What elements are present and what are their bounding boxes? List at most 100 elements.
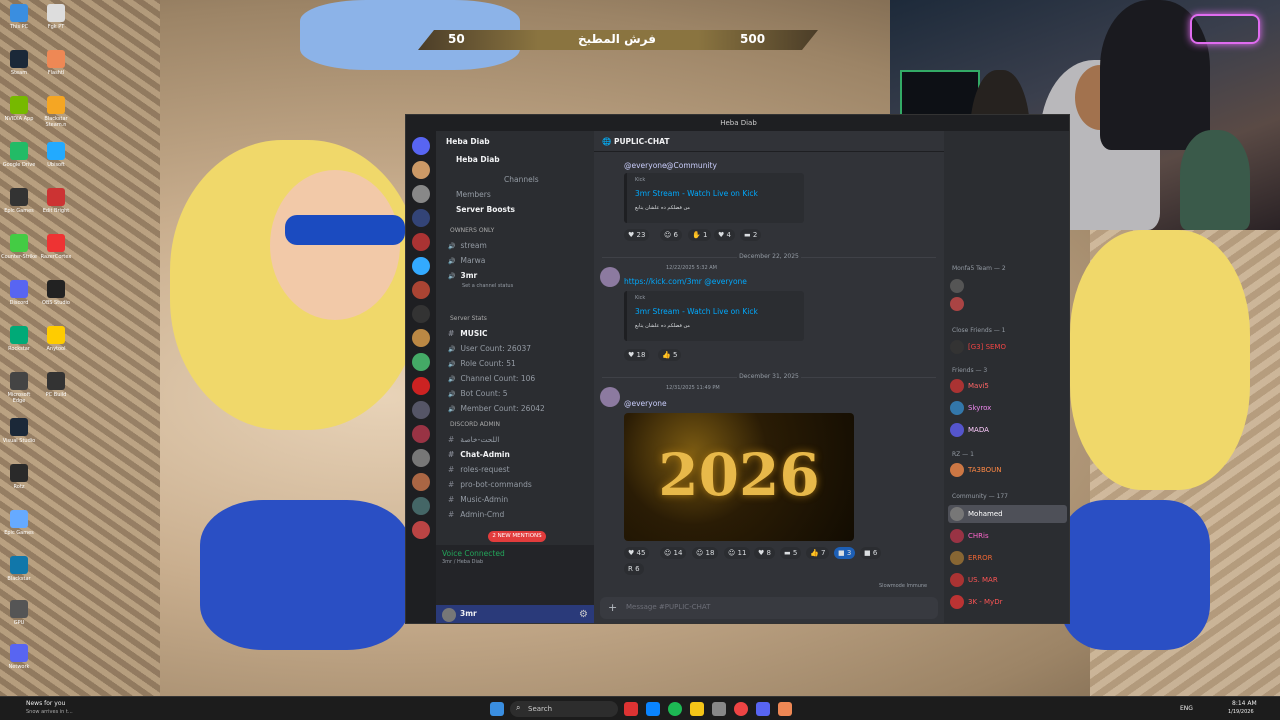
server-icon[interactable] <box>412 305 430 323</box>
server-icon[interactable] <box>412 473 430 491</box>
stat-channel[interactable]: Role Count: 51 <box>448 359 515 368</box>
desktop-icon[interactable]: Counter-Strike <box>1 234 37 260</box>
member-name[interactable]: TA3BOUN <box>968 466 1002 474</box>
spotify-icon[interactable] <box>668 702 682 716</box>
server-icon[interactable] <box>412 185 430 203</box>
reaction[interactable]: ☺ 18 <box>692 547 719 559</box>
channel-music[interactable]: MUSIC <box>448 329 487 338</box>
news-title[interactable]: News for you <box>26 700 65 707</box>
gear-icon[interactable]: ⚙ <box>579 609 588 620</box>
desktop-icon[interactable]: GPU <box>1 600 37 626</box>
new-year-image[interactable]: 2026 <box>624 413 854 541</box>
avatar[interactable] <box>950 551 964 565</box>
desktop-icon[interactable]: RazerCortex <box>38 234 74 260</box>
avatar[interactable] <box>950 379 964 393</box>
discord-icon[interactable] <box>756 702 770 716</box>
server-icon[interactable] <box>412 377 430 395</box>
server-icon[interactable] <box>412 425 430 443</box>
desktop-icon[interactable]: Blackstar <box>1 556 37 582</box>
clock-time[interactable]: 8:14 AM <box>1232 700 1257 707</box>
member-name[interactable]: Skyrox <box>968 404 991 412</box>
avatar[interactable] <box>950 297 964 311</box>
reaction[interactable]: ☺ 11 <box>724 547 751 559</box>
avatar[interactable] <box>600 267 620 287</box>
reaction[interactable]: ▬ 5 <box>780 547 802 559</box>
reaction[interactable]: ♥ 23 <box>624 229 650 241</box>
member-name[interactable]: 3K - MyDr <box>968 598 1002 606</box>
desktop-icon[interactable]: Discord <box>1 280 37 306</box>
edge-icon[interactable] <box>646 702 660 716</box>
avatar[interactable] <box>950 529 964 543</box>
avatar[interactable] <box>950 573 964 587</box>
channel[interactable]: pro-bot-commands <box>448 480 531 489</box>
member-name[interactable]: CHRis <box>968 532 989 540</box>
reaction[interactable]: ■ 6 <box>860 547 882 559</box>
message-link[interactable]: https://kick.com/3mr @everyone <box>624 277 747 286</box>
member-name[interactable]: [G3] SEMO <box>968 343 1006 351</box>
stat-channel[interactable]: Channel Count: 106 <box>448 374 535 383</box>
desktop-icon[interactable]: OBS Studio <box>38 280 74 306</box>
server-icon[interactable] <box>412 401 430 419</box>
desktop-icon[interactable]: Visual Studio <box>1 418 37 444</box>
member-name[interactable]: MADA <box>968 426 989 434</box>
mentions-pill[interactable]: 2 NEW MENTIONS <box>488 531 546 542</box>
reaction[interactable]: ☺ 14 <box>660 547 687 559</box>
member-name[interactable]: Mohamed <box>968 510 1003 518</box>
start-icon[interactable] <box>490 702 504 716</box>
reaction[interactable]: 👍 7 <box>806 547 830 559</box>
voice-channel[interactable]: Marwa <box>448 256 485 265</box>
server-icon[interactable] <box>412 161 430 179</box>
mention[interactable]: @everyone <box>624 161 667 170</box>
avatar[interactable] <box>950 507 964 521</box>
avatar[interactable] <box>950 423 964 437</box>
language[interactable]: ENG <box>1180 705 1193 712</box>
desktop-icon[interactable]: Rotz <box>1 464 37 490</box>
add-attachment-icon[interactable]: + <box>608 601 617 614</box>
reaction[interactable]: ♥ 4 <box>714 229 735 241</box>
server-name[interactable]: Heba Diab <box>446 137 490 146</box>
avatar[interactable] <box>950 463 964 477</box>
desktop-icon[interactable]: Anytool <box>38 326 74 352</box>
server-icon[interactable] <box>412 257 430 275</box>
reaction[interactable]: 👍 5 <box>658 349 682 361</box>
server-icon[interactable] <box>412 353 430 371</box>
reaction[interactable]: ♥ 45 <box>624 547 650 559</box>
desktop-icon[interactable]: Microsoft Edge <box>1 372 37 404</box>
member-row-selected[interactable] <box>948 505 1067 523</box>
news-sub[interactable]: Snow arrives in t... <box>26 709 73 715</box>
desktop-icon[interactable]: Flashtl <box>38 50 74 76</box>
reaction[interactable]: ✋ 1 <box>688 229 712 241</box>
desktop-icon[interactable]: PC Build <box>38 372 74 398</box>
category-stats[interactable]: Server Stats <box>450 315 487 322</box>
avatar[interactable] <box>950 340 964 354</box>
server-icon[interactable] <box>412 449 430 467</box>
desktop-icon[interactable]: Google Drive <box>1 142 37 168</box>
desktop-icon[interactable]: Rockstar <box>1 326 37 352</box>
chrome-icon[interactable] <box>734 702 748 716</box>
reaction[interactable]: ☺ 6 <box>660 229 682 241</box>
channel[interactable]: Admin-Cmd <box>448 510 504 519</box>
settings-icon[interactable] <box>712 702 726 716</box>
desktop-icon[interactable]: Epic Games <box>1 510 37 536</box>
desktop-icon[interactable]: Ubisoft <box>38 142 74 168</box>
bottom-user[interactable]: 3mr <box>460 609 477 618</box>
members-link[interactable]: Members <box>456 190 491 199</box>
browse-channels[interactable]: Channels <box>504 175 539 184</box>
desktop-icon[interactable]: NVIDIA App <box>1 96 37 122</box>
server-icon[interactable] <box>412 233 430 251</box>
server-icon[interactable] <box>412 329 430 347</box>
stat-channel[interactable]: Bot Count: 5 <box>448 389 507 398</box>
app-icon[interactable] <box>624 702 638 716</box>
desktop-icon[interactable]: Blackstar Steam.n <box>38 96 74 128</box>
channel[interactable]: Music-Admin <box>448 495 508 504</box>
channel[interactable]: Chat-Admin <box>448 450 510 459</box>
mention[interactable]: @everyone <box>624 399 667 408</box>
server-label[interactable]: Heba Diab <box>456 155 500 164</box>
server-boosts[interactable]: Server Boosts <box>456 205 515 214</box>
server-icon[interactable] <box>412 521 430 539</box>
server-icon[interactable] <box>412 281 430 299</box>
reaction[interactable]: ♥ 8 <box>754 547 775 559</box>
desktop-icon[interactable]: Edit Bright <box>38 188 74 214</box>
reaction[interactable]: ▬ 2 <box>740 229 762 241</box>
channel[interactable]: اللحت-خاصة <box>448 435 499 444</box>
